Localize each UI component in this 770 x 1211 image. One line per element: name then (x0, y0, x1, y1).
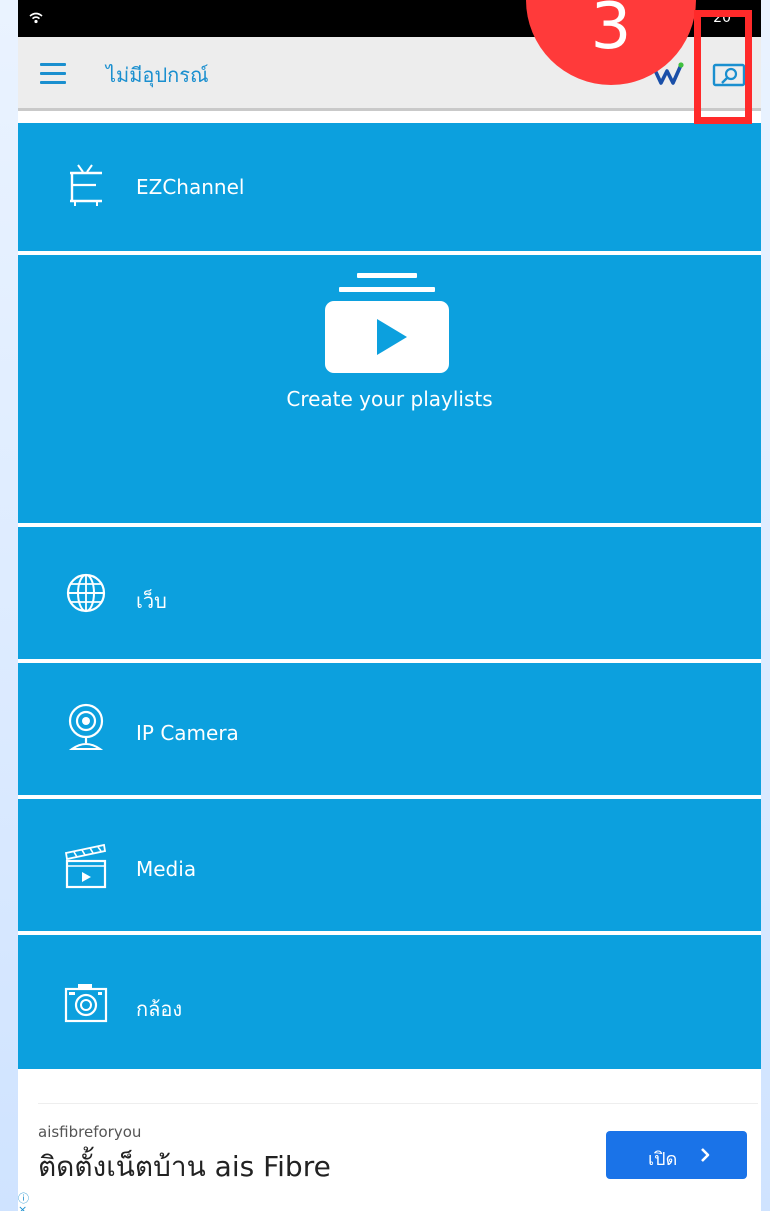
tile-web[interactable]: เว็บ (18, 527, 761, 659)
tile-camera[interactable]: กล้อง (18, 935, 761, 1069)
step-number: 3 (590, 0, 632, 64)
tile-ezchannel[interactable]: EZChannel (18, 123, 761, 251)
ad-close-icon[interactable]: × (18, 1204, 29, 1211)
tile-camera-label: กล้อง (136, 997, 183, 1021)
tile-ip-camera[interactable]: IP Camera (18, 663, 761, 795)
app-title: ไม่มีอุปกรณ์ (106, 63, 209, 87)
tile-ezchannel-label: EZChannel (136, 175, 245, 199)
tv-icon (70, 164, 102, 206)
ad-banner[interactable]: aisfibreforyou ติดตั้งเน็ตบ้าน ais Fibre… (18, 1069, 761, 1211)
ad-choices[interactable]: ⓘ × (18, 1193, 29, 1211)
ad-headline: ติดตั้งเน็ตบ้าน ais Fibre (38, 1150, 331, 1183)
tile-playlists[interactable]: Create your playlists (18, 255, 761, 523)
ad-open-label: เปิด (648, 1149, 678, 1170)
playlist-icon (325, 273, 449, 373)
webcam-icon (68, 703, 104, 750)
tile-playlists-label: Create your playlists (286, 387, 493, 411)
phone-screen: 20 ไม่มีอุปกรณ์ EZChannel Create your pl… (18, 0, 761, 1211)
tile-web-label: เว็บ (136, 589, 167, 613)
ad-open-button[interactable]: เปิด (606, 1131, 747, 1179)
ad-divider (38, 1103, 758, 1104)
chevron-right-icon (701, 1148, 710, 1162)
status-time: 20 (713, 10, 731, 26)
ad-sponsor: aisfibreforyou (38, 1123, 142, 1141)
tile-media[interactable]: Media (18, 799, 761, 931)
wifi-icon (29, 12, 43, 24)
tile-media-label: Media (136, 857, 197, 881)
cast-icon[interactable] (712, 61, 746, 91)
tile-ip-camera-label: IP Camera (136, 721, 239, 745)
menu-icon[interactable] (40, 63, 66, 85)
camera-icon (64, 984, 108, 1023)
globe-icon (66, 573, 106, 613)
clapperboard-icon (64, 843, 107, 889)
